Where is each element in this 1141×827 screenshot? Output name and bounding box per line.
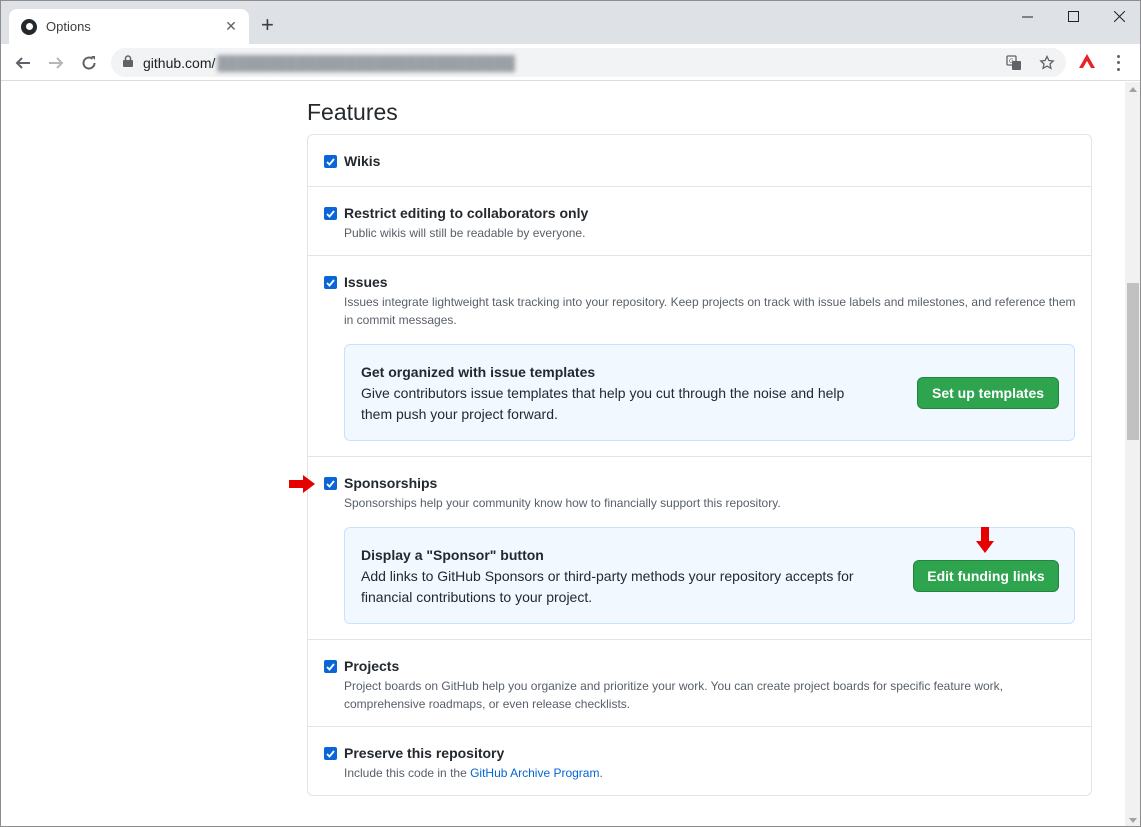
feature-row-restrict: Restrict editing to collaborators only P…: [308, 186, 1091, 255]
preserve-note: Include this code in the GitHub Archive …: [344, 764, 1079, 782]
extension-icon[interactable]: [1077, 53, 1097, 73]
browser-window: Options ✕ + github.com/ ████████████████…: [0, 0, 1141, 827]
url-path-redacted: ██████████████████████████████: [217, 54, 515, 71]
annotation-arrow-down-icon: [976, 527, 994, 553]
preserve-checkbox[interactable]: [324, 747, 337, 760]
lock-icon: [123, 54, 133, 72]
browser-menu-icon[interactable]: [1113, 53, 1123, 73]
features-box: Wikis Restrict editing to collaborators …: [307, 134, 1092, 796]
feature-row-wikis: Wikis: [308, 135, 1091, 186]
edit-funding-links-button[interactable]: Edit funding links: [913, 560, 1059, 592]
minimize-icon[interactable]: [1004, 1, 1050, 31]
new-tab-icon[interactable]: +: [261, 14, 274, 36]
wikis-checkbox[interactable]: [324, 155, 337, 168]
issue-templates-text: Give contributors issue templates that h…: [361, 385, 845, 422]
tab-close-icon[interactable]: ✕: [223, 18, 239, 35]
annotation-arrow-right-icon: [289, 475, 315, 493]
forward-icon[interactable]: [44, 51, 68, 75]
sponsorships-note: Sponsorships help your community know ho…: [344, 496, 781, 510]
browser-toolbar: github.com/ ████████████████████████████…: [1, 44, 1140, 81]
tab-strip: Options ✕ +: [1, 1, 1140, 44]
issues-checkbox[interactable]: [324, 276, 337, 289]
svg-text:G: G: [1009, 58, 1014, 65]
feature-row-issues: Issues Issues integrate lightweight task…: [308, 255, 1091, 456]
url-host: github.com/: [143, 54, 216, 71]
feature-row-preserve: Preserve this repository Include this co…: [308, 726, 1091, 796]
preserve-label: Preserve this repository: [344, 745, 505, 761]
wikis-label: Wikis: [344, 153, 381, 169]
github-icon: [21, 18, 37, 35]
scroll-down-icon[interactable]: [1129, 818, 1137, 823]
restrict-editing-label: Restrict editing to collaborators only: [344, 205, 589, 221]
issues-label: Issues: [344, 274, 388, 290]
issue-templates-title: Get organized with issue templates: [361, 364, 596, 380]
preserve-note-suffix: .: [599, 766, 603, 780]
feature-row-projects: Projects Project boards on GitHub help y…: [308, 639, 1091, 726]
translate-icon[interactable]: G: [1004, 53, 1024, 73]
issues-note: Issues integrate lightweight task tracki…: [344, 295, 1076, 327]
address-bar[interactable]: github.com/ ████████████████████████████…: [111, 48, 1066, 77]
page-scrollbar[interactable]: [1125, 82, 1140, 826]
maximize-icon[interactable]: [1050, 1, 1096, 31]
tab-title: Options: [46, 19, 91, 34]
bookmark-star-icon[interactable]: [1037, 53, 1057, 73]
sponsorships-checkbox[interactable]: [324, 477, 337, 490]
set-up-templates-button[interactable]: Set up templates: [917, 377, 1059, 409]
sponsor-button-text: Add links to GitHub Sponsors or third-pa…: [361, 568, 854, 605]
feature-row-sponsorships: Sponsorships Sponsorships help your comm…: [308, 456, 1091, 639]
preserve-note-prefix: Include this code in the: [344, 766, 471, 780]
issue-templates-callout: Get organized with issue templates Give …: [344, 344, 1075, 441]
projects-label: Projects: [344, 658, 400, 674]
archive-program-link[interactable]: GitHub Archive Program: [470, 766, 599, 780]
sponsor-button-title: Display a "Sponsor" button: [361, 547, 544, 563]
projects-note: Project boards on GitHub help you organi…: [344, 679, 1004, 711]
features-heading: Features: [307, 99, 398, 125]
scroll-up-icon[interactable]: [1129, 87, 1137, 92]
browser-tab[interactable]: Options ✕: [9, 9, 249, 44]
restrict-editing-note: Public wikis will still be readable by e…: [344, 226, 586, 240]
restrict-editing-checkbox[interactable]: [324, 207, 337, 220]
page-content: Features Wikis Restrict editing to colla…: [1, 82, 1125, 826]
sponsorships-label: Sponsorships: [344, 475, 438, 491]
sponsor-button-callout: Display a "Sponsor" button Add links to …: [344, 527, 1075, 624]
window-close-icon[interactable]: [1096, 1, 1140, 31]
scrollbar-thumb[interactable]: [1127, 283, 1139, 440]
back-icon[interactable]: [11, 51, 35, 75]
projects-checkbox[interactable]: [324, 660, 337, 673]
reload-icon[interactable]: [77, 51, 101, 75]
